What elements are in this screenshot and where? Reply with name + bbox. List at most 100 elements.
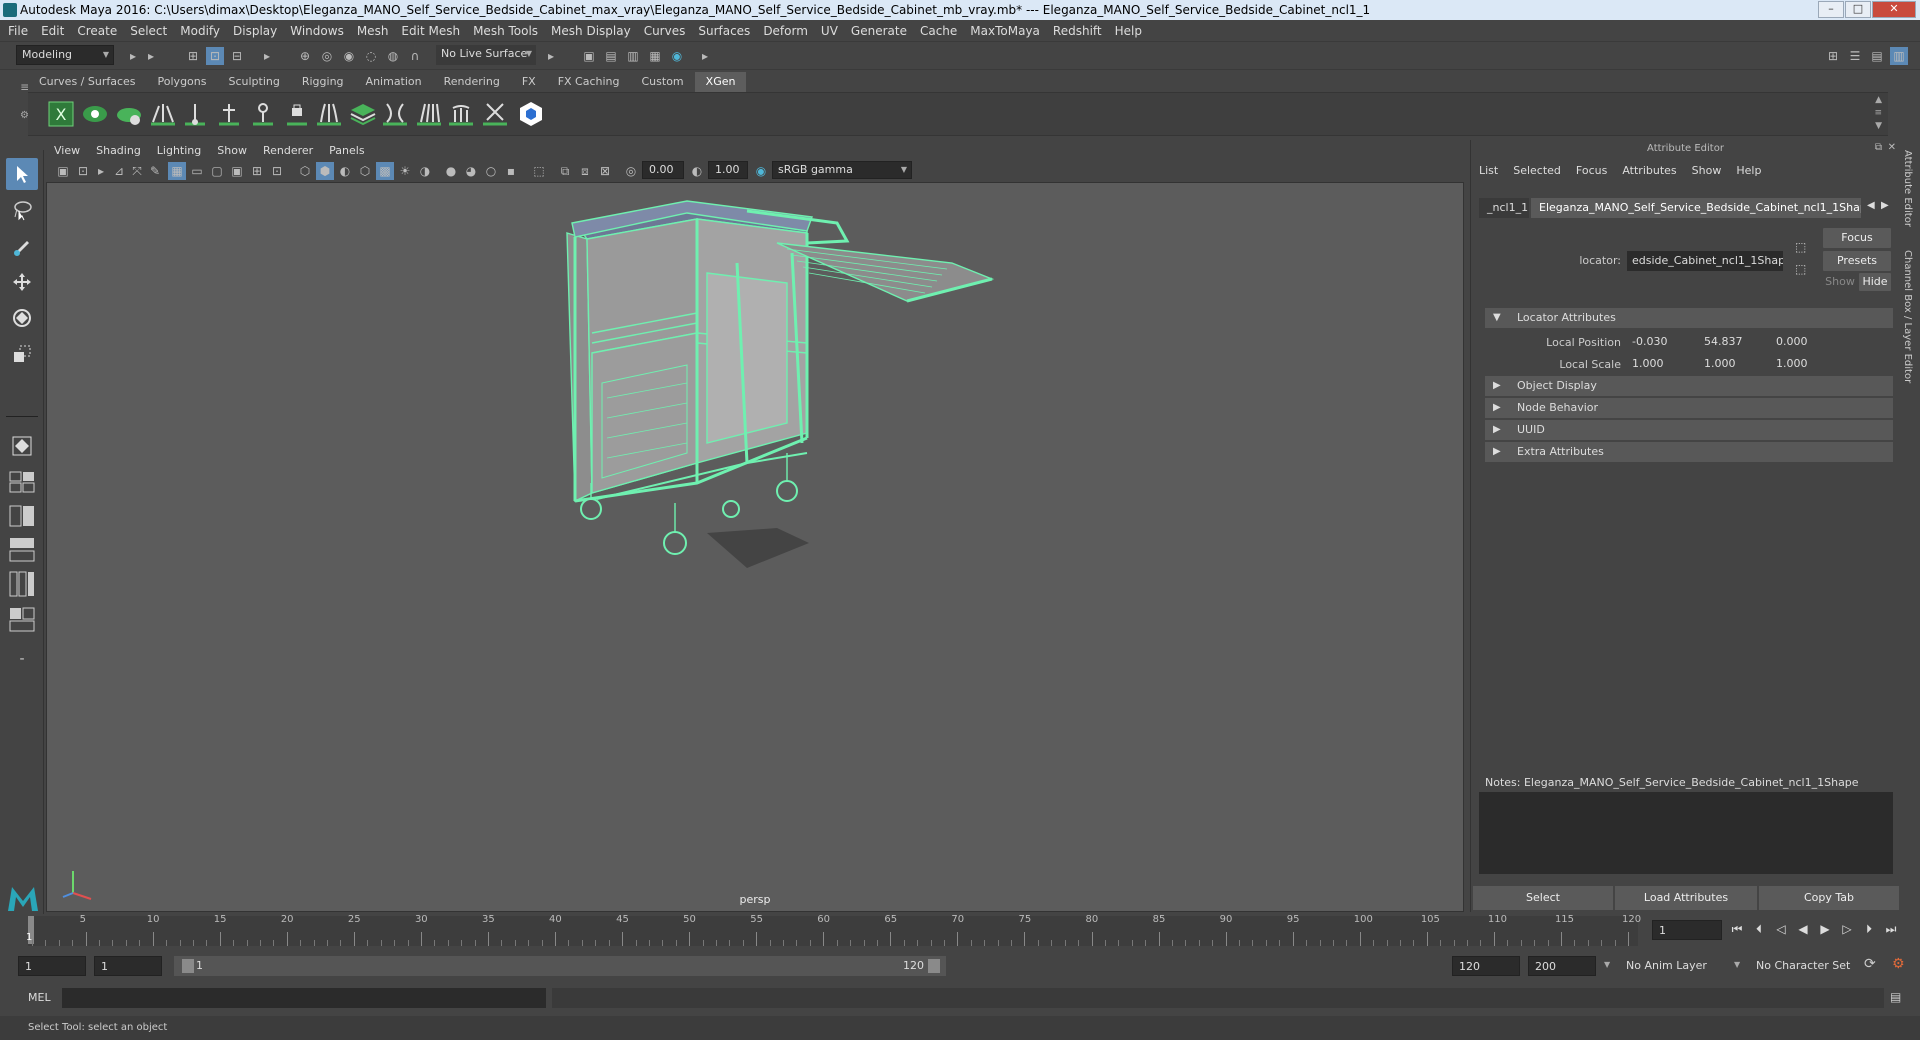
tab-scroll-left-icon[interactable]: ◀	[1867, 200, 1875, 211]
ae-menu-focus[interactable]: Focus	[1576, 164, 1607, 177]
menu-mesh[interactable]: Mesh	[357, 24, 389, 38]
separator-arrow-icon[interactable]: ▸	[124, 47, 142, 65]
select-component-icon[interactable]: ⊟	[228, 47, 246, 65]
current-frame-field[interactable]: 1	[1652, 920, 1722, 940]
xgen-editor-icon[interactable]: X	[46, 99, 76, 129]
load-attributes-button[interactable]: Load Attributes	[1615, 886, 1757, 910]
xgen-layers-icon[interactable]	[348, 99, 378, 129]
ae-menu-selected[interactable]: Selected	[1513, 164, 1561, 177]
snap-view-icon[interactable]: ◌	[362, 47, 380, 65]
menu-edit-mesh[interactable]: Edit Mesh	[401, 24, 460, 38]
animation-end-field[interactable]: 200	[1528, 956, 1596, 976]
film-gate-icon[interactable]: ▭	[188, 162, 206, 180]
resolution-gate-icon[interactable]: ▢	[208, 162, 226, 180]
paint-select-tool[interactable]	[6, 230, 38, 262]
gamma-field[interactable]: 1.00	[708, 161, 748, 179]
tab-fx-caching[interactable]: FX Caching	[546, 72, 631, 92]
ae-menu-help[interactable]: Help	[1736, 164, 1761, 177]
tab-rendering[interactable]: Rendering	[432, 72, 511, 92]
gate-mask-icon[interactable]: ▣	[228, 162, 246, 180]
tab-custom[interactable]: Custom	[630, 72, 695, 92]
menu-create[interactable]: Create	[77, 24, 117, 38]
vp-menu-panels[interactable]: Panels	[329, 144, 364, 157]
scale-tool[interactable]	[6, 338, 38, 370]
rotate-tool[interactable]	[6, 302, 38, 334]
side-tab-channel-box[interactable]: Channel Box / Layer Editor	[1902, 250, 1913, 383]
presets-button[interactable]: Presets	[1823, 251, 1891, 271]
chevron-down-icon[interactable]: ▼	[1734, 960, 1740, 969]
step-back-frame-icon[interactable]: ◁	[1770, 922, 1792, 936]
magnet-icon[interactable]: ∩	[406, 47, 424, 65]
play-forwards-icon[interactable]: ▶	[1814, 922, 1836, 936]
xgen-preview-icon[interactable]	[80, 99, 110, 129]
smooth-shade-icon[interactable]: ⬢	[316, 162, 334, 180]
gamma-icon[interactable]: ◐	[688, 162, 706, 180]
snap-curve-icon[interactable]: ◎	[318, 47, 336, 65]
mel-label[interactable]: MEL	[28, 991, 51, 1004]
xgen-guides-to-curves-icon[interactable]	[314, 99, 344, 129]
viewport-persp[interactable]: persp	[46, 182, 1464, 912]
render-sequence-icon[interactable]: ▤	[602, 47, 620, 65]
xgen-delete-icon[interactable]	[480, 99, 510, 129]
layout-hypershade-icon[interactable]	[6, 606, 38, 634]
snap-surface-icon[interactable]: ◍	[384, 47, 402, 65]
playback-end-field[interactable]: 120	[1452, 956, 1520, 976]
select-object-icon[interactable]: ⊡	[206, 47, 224, 65]
vp-menu-view[interactable]: View	[54, 144, 80, 157]
tab-curves-surfaces[interactable]: Curves / Surfaces	[28, 72, 147, 92]
layout-single-icon[interactable]	[6, 468, 38, 496]
mode-dropdown[interactable]: Modeling	[16, 45, 114, 65]
outliner-icon[interactable]: ☰	[1846, 47, 1864, 65]
live-surface-field[interactable]: No Live Surface	[436, 45, 536, 65]
lasso-tool[interactable]	[6, 194, 38, 226]
tab-fx[interactable]: FX	[510, 72, 547, 92]
exposure-icon[interactable]: ◎	[622, 162, 640, 180]
camera-icon[interactable]: ▣	[54, 162, 72, 180]
render-settings-icon[interactable]: ▦	[646, 47, 664, 65]
grease-pencil-icon[interactable]: ✎	[146, 162, 164, 180]
ae-tab-transform[interactable]: _ncl1_1	[1479, 198, 1529, 218]
xgen-groom-icon[interactable]	[380, 99, 410, 129]
time-slider[interactable]: 1 1 ⏮ ⏴ ◁ ◀ ▶ ▷ ⏵ ⏭ 5 10 15 20 25 30 35 40 45 50 55 60 65 70…	[0, 914, 1920, 948]
xgen-cut-icon[interactable]	[414, 99, 444, 129]
ae-menu-show[interactable]: Show	[1692, 164, 1722, 177]
channel-box-icon[interactable]: ▤	[1868, 47, 1886, 65]
side-tab-attribute-editor[interactable]: Attribute Editor	[1902, 150, 1913, 227]
camera-attributes-icon[interactable]: ⊡	[74, 162, 92, 180]
mel-input[interactable]	[62, 988, 546, 1008]
screen-space-ao-icon[interactable]: ●	[442, 162, 460, 180]
menu-windows[interactable]: Windows	[290, 24, 344, 38]
go-to-start-icon[interactable]: ⏮	[1726, 922, 1748, 937]
menu-help[interactable]: Help	[1115, 24, 1142, 38]
local-position-y-field[interactable]: 54.837	[1699, 333, 1769, 351]
local-scale-x-field[interactable]: 1.000	[1627, 355, 1697, 373]
field-chart-icon[interactable]: ⊞	[248, 162, 266, 180]
select-hierarchy-icon[interactable]: ⊞	[184, 47, 202, 65]
ae-menu-list[interactable]: List	[1479, 164, 1498, 177]
textured-icon[interactable]: ▩	[376, 162, 394, 180]
color-space-dropdown[interactable]: sRGB gamma	[772, 161, 912, 179]
menu-cache[interactable]: Cache	[920, 24, 957, 38]
close-button[interactable]: ✕	[1872, 1, 1916, 18]
go-to-end-icon[interactable]: ⏭	[1880, 922, 1902, 937]
step-forward-frame-icon[interactable]: ▷	[1836, 922, 1858, 936]
xgen-add-guide-icon[interactable]	[214, 99, 244, 129]
select-tool[interactable]	[6, 158, 38, 190]
menu-select[interactable]: Select	[130, 24, 167, 38]
script-editor-icon[interactable]: ▤	[1890, 990, 1901, 1004]
section-node-behavior[interactable]: Node Behavior	[1485, 398, 1893, 418]
menu-redshift[interactable]: Redshift	[1053, 24, 1102, 38]
tab-sculpting[interactable]: Sculpting	[217, 72, 291, 92]
wireframe-icon[interactable]: ⬡	[296, 162, 314, 180]
section-locator-attributes[interactable]: Locator Attributes	[1485, 308, 1893, 328]
chevron-down-icon[interactable]: ▼	[1604, 960, 1610, 969]
locator-name-field[interactable]: edside_Cabinet_ncl1_1Shape	[1627, 251, 1783, 271]
select-button[interactable]: Select	[1473, 886, 1613, 910]
snap-grid-icon[interactable]: ⊕	[296, 47, 314, 65]
snap-point-icon[interactable]: ◉	[340, 47, 358, 65]
notes-textarea[interactable]	[1479, 792, 1893, 874]
range-start-handle[interactable]	[182, 959, 194, 973]
character-set-dropdown[interactable]: No Character Set	[1750, 956, 1862, 976]
xgen-guide-icon[interactable]	[180, 99, 210, 129]
grid-icon[interactable]: ▦	[168, 162, 186, 180]
